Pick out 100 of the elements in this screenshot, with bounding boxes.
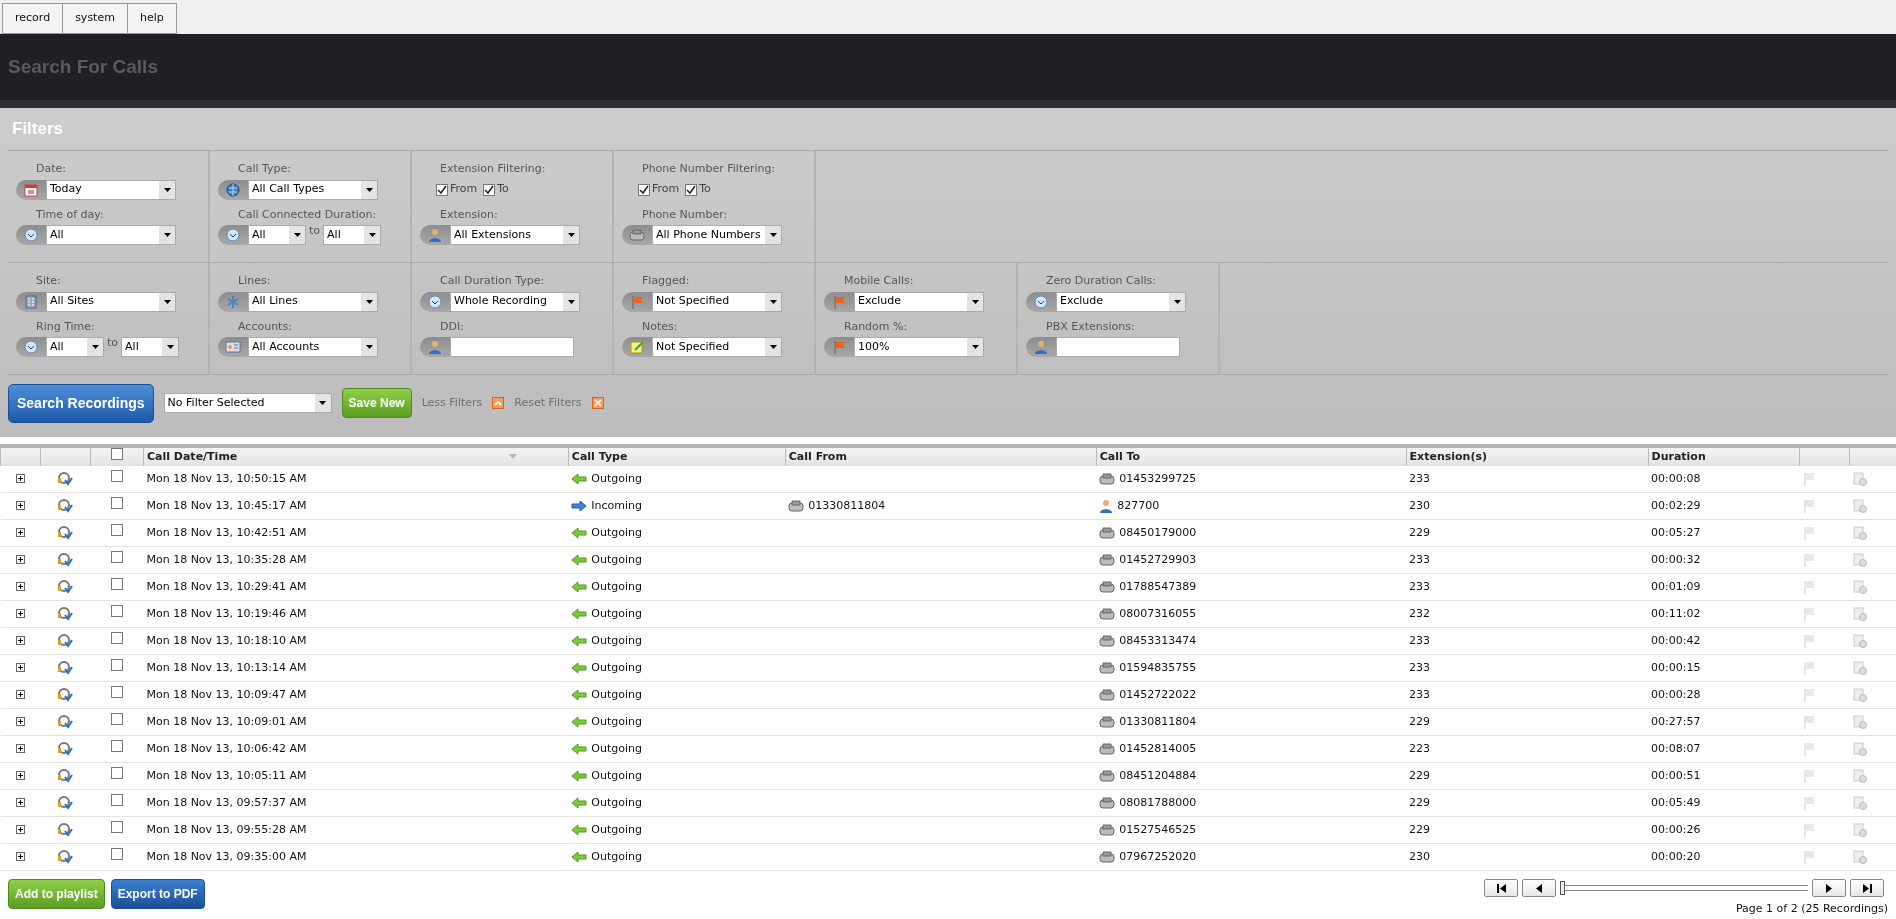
checkbox[interactable] bbox=[436, 183, 448, 196]
flag-icon bbox=[832, 340, 846, 354]
caret-icon bbox=[567, 233, 575, 237]
expand-icon bbox=[16, 798, 25, 808]
field-label: Lines: bbox=[237, 273, 271, 289]
dropdown[interactable]: All Accounts bbox=[248, 337, 378, 357]
checkbox[interactable] bbox=[110, 578, 123, 591]
dropdown[interactable]: Exclude bbox=[854, 291, 984, 312]
dropdown[interactable]: 100% bbox=[854, 337, 984, 357]
dropdown[interactable]: Exclude bbox=[1056, 291, 1186, 312]
checkbox[interactable] bbox=[483, 183, 496, 196]
note-add-icon bbox=[1852, 714, 1867, 729]
person-icon bbox=[428, 340, 442, 354]
checkbox[interactable] bbox=[110, 448, 123, 460]
previous-page-button[interactable] bbox=[1522, 879, 1556, 897]
field-label: PBX Extensions: bbox=[1045, 318, 1135, 335]
next-page-button[interactable] bbox=[1812, 879, 1846, 897]
note-add-icon bbox=[1852, 687, 1867, 702]
dropdown[interactable]: All bbox=[46, 225, 176, 245]
dropdown[interactable]: All bbox=[121, 337, 180, 357]
table-cell: 233 bbox=[1409, 579, 1431, 593]
export-button[interactable]: Export to PDF bbox=[110, 879, 205, 909]
checkbox[interactable] bbox=[110, 524, 123, 537]
table-cell-text: 01452729903 bbox=[1119, 551, 1197, 568]
dropdown[interactable]: All bbox=[248, 225, 306, 245]
table-cell: 229 bbox=[1409, 714, 1431, 728]
checkbox[interactable] bbox=[110, 821, 123, 834]
table-cell: Mon 18 Nov 13, 10:06:42 AM bbox=[146, 741, 307, 755]
field-label: Time of day: bbox=[35, 206, 104, 223]
dropdown[interactable]: All bbox=[46, 337, 104, 357]
flag-icon bbox=[1802, 795, 1815, 810]
input-field[interactable] bbox=[1056, 337, 1180, 357]
dropdown[interactable]: Not Specified bbox=[652, 337, 782, 357]
table-cell-text: 01527546525 bbox=[1119, 821, 1197, 838]
dropdown[interactable]: All bbox=[323, 225, 382, 245]
checkbox[interactable] bbox=[110, 740, 123, 753]
checkmark-icon bbox=[686, 184, 697, 195]
checkbox[interactable] bbox=[110, 848, 123, 861]
caret-icon bbox=[365, 345, 373, 349]
dropdown[interactable]: All Lines bbox=[248, 291, 378, 312]
table-cell-text: 08081788000 bbox=[1119, 794, 1197, 811]
checkbox[interactable] bbox=[110, 632, 123, 645]
checkbox[interactable] bbox=[110, 497, 123, 510]
arrow-left-icon bbox=[571, 472, 588, 485]
slider-thumb[interactable] bbox=[1560, 881, 1565, 895]
menu-button[interactable]: system bbox=[62, 3, 127, 34]
flag-icon bbox=[832, 294, 846, 309]
previous-icon bbox=[1536, 883, 1542, 893]
checkbox[interactable] bbox=[110, 767, 123, 780]
arrow-left-icon bbox=[571, 608, 588, 620]
field-label: Extension Filtering: bbox=[439, 161, 546, 177]
dropdown[interactable]: No Filter Selected bbox=[163, 393, 332, 413]
table-cell-text: 08007316055 bbox=[1119, 605, 1197, 622]
dropdown[interactable]: All Call Types bbox=[248, 179, 378, 200]
checkbox-label: From bbox=[450, 181, 478, 198]
flag-icon bbox=[1802, 633, 1815, 648]
checkbox[interactable] bbox=[685, 183, 698, 196]
checkbox[interactable] bbox=[110, 605, 123, 618]
dropdown[interactable]: Whole Recording bbox=[450, 291, 580, 312]
checkbox[interactable] bbox=[110, 713, 123, 726]
expand-icon bbox=[16, 474, 25, 483]
dropdown[interactable]: All Extensions bbox=[450, 225, 580, 245]
first-page-button[interactable] bbox=[1484, 879, 1518, 897]
last-page-button[interactable] bbox=[1850, 879, 1884, 897]
phone-icon bbox=[1099, 527, 1116, 539]
dropdown[interactable]: All Sites bbox=[46, 291, 176, 312]
checkbox[interactable] bbox=[110, 659, 123, 672]
arrow-left-icon bbox=[571, 662, 588, 674]
checkbox[interactable] bbox=[110, 551, 123, 564]
table-cell-text: Outgoing bbox=[591, 848, 642, 865]
table-cell: Mon 18 Nov 13, 10:18:10 AM bbox=[146, 633, 307, 647]
caret-icon bbox=[769, 233, 777, 237]
note-add-icon bbox=[1852, 660, 1867, 675]
arrow-left-icon bbox=[571, 581, 588, 593]
expand-icon bbox=[16, 852, 25, 862]
menu-button[interactable]: help bbox=[126, 3, 177, 34]
search-button[interactable]: Search Recordings bbox=[8, 383, 154, 423]
field-label: Date: bbox=[35, 161, 66, 177]
dropdown[interactable]: Today bbox=[46, 179, 176, 200]
phone-icon bbox=[1099, 581, 1116, 593]
checkbox[interactable] bbox=[110, 686, 123, 699]
checkbox[interactable] bbox=[110, 794, 123, 807]
dropdown[interactable]: All Phone Numbers bbox=[652, 225, 782, 245]
input-field[interactable] bbox=[450, 337, 574, 357]
note-add-icon bbox=[1852, 471, 1867, 486]
column-header[interactable]: Call Date/Time bbox=[146, 448, 238, 465]
note-add-icon bbox=[1852, 633, 1867, 648]
phone-icon bbox=[1099, 797, 1116, 809]
checkbox[interactable] bbox=[638, 183, 650, 196]
menu-button[interactable]: record bbox=[2, 3, 63, 34]
dropdown[interactable]: Not Specified bbox=[652, 291, 782, 312]
checkbox[interactable] bbox=[110, 470, 123, 482]
column-header[interactable]: Call To bbox=[1099, 448, 1141, 465]
caret-icon bbox=[368, 233, 376, 237]
phone-icon bbox=[1099, 472, 1116, 485]
table-cell-text: Outgoing bbox=[591, 551, 642, 568]
first-icon bbox=[1496, 883, 1506, 893]
arrow-left-icon bbox=[571, 851, 588, 863]
table-cell: 00:00:15 bbox=[1651, 660, 1701, 674]
column-header[interactable]: Call From bbox=[788, 448, 847, 465]
